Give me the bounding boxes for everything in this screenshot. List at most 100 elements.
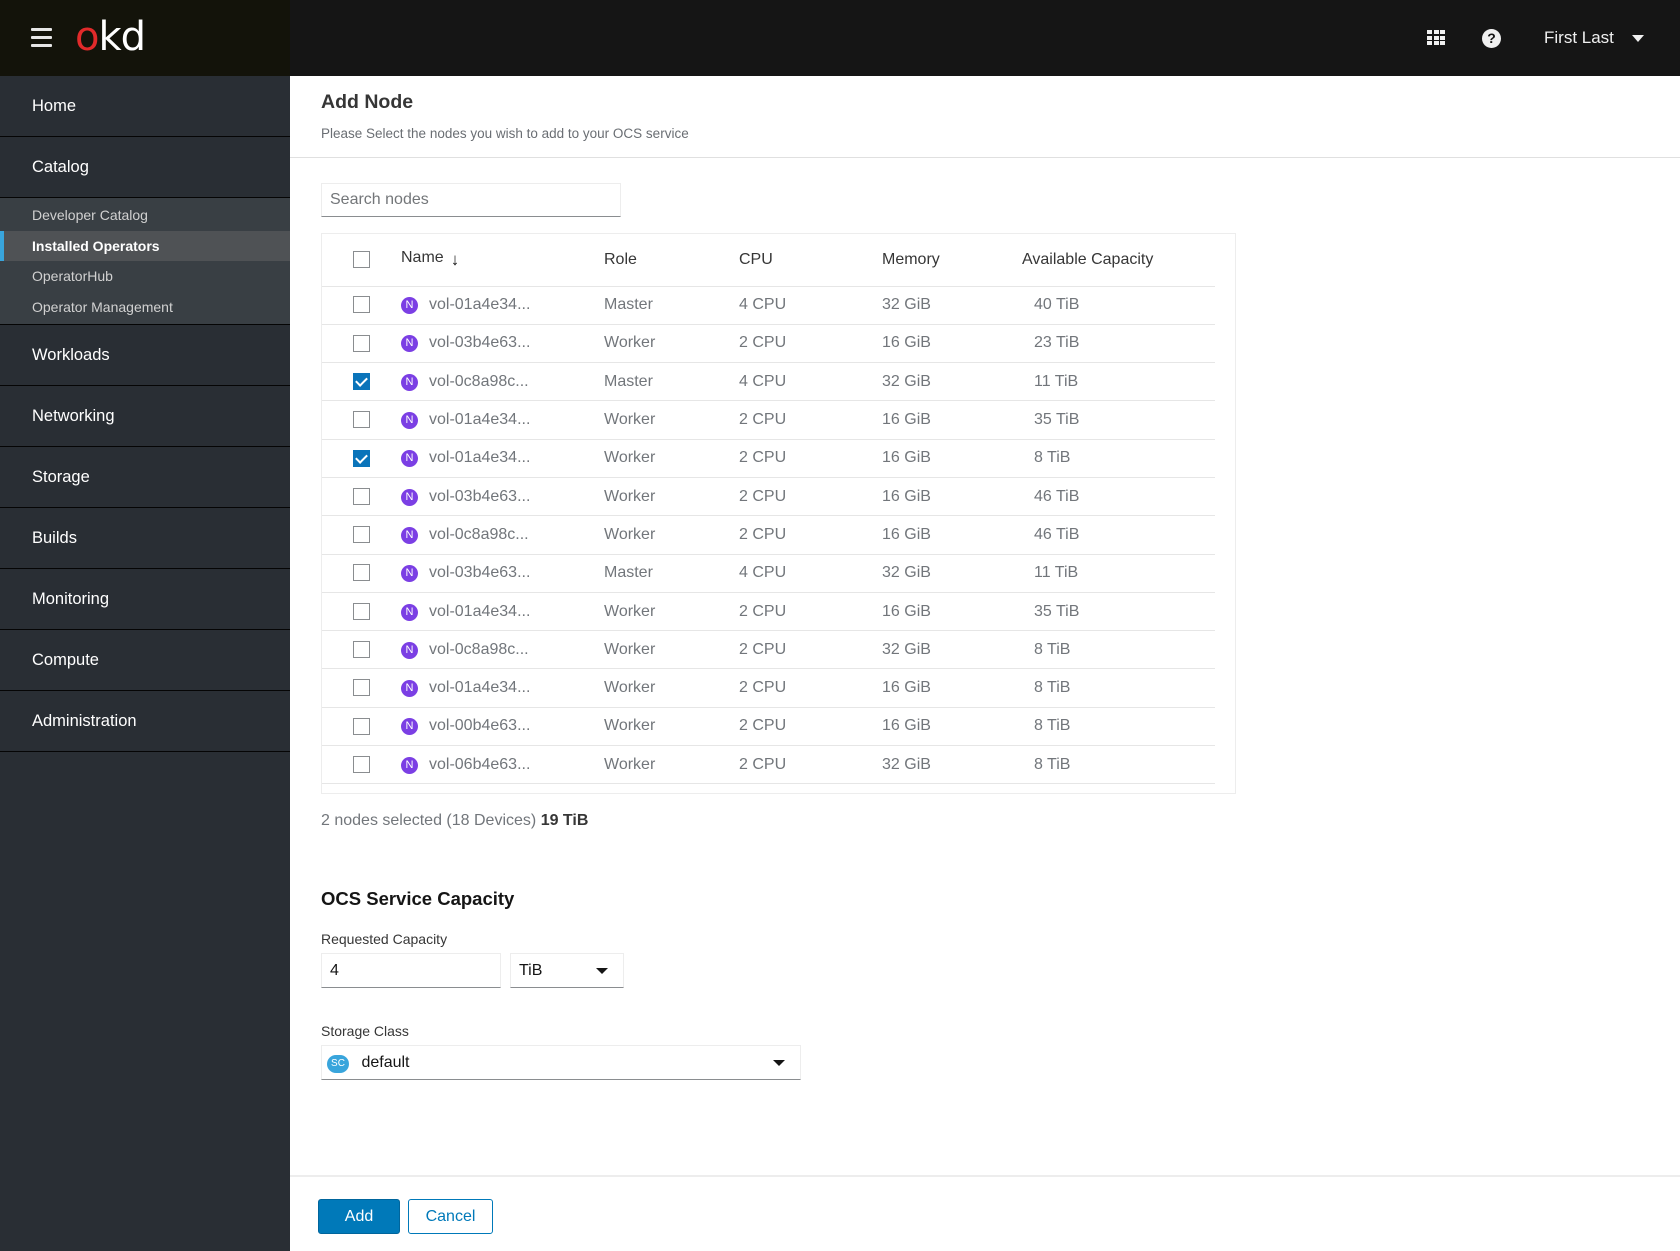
row-checkbox[interactable]	[353, 411, 370, 429]
row-checkbox[interactable]	[353, 296, 370, 314]
node-name[interactable]: vol-01a4e34...	[429, 679, 530, 696]
sort-arrow-down-icon[interactable]: ↓	[451, 250, 460, 270]
table-body: Nvol-01a4e34... Master 4 CPU 32 GiB 40 TiB Nv…	[322, 286, 1215, 785]
node-memory: 16 GiB	[882, 439, 1022, 478]
node-role: Worker	[604, 592, 739, 632]
help-question-icon[interactable]: ?	[1482, 29, 1501, 48]
table-row[interactable]: Nvol-01a4e34... Worker 2 CPU 16 GiB 8 TiB	[322, 668, 1215, 708]
main-content: Add Node Please Select the nodes you wis…	[290, 76, 1680, 1251]
node-name-cell: Nvol-0c8a98c...	[401, 362, 604, 402]
sidebar-item-home[interactable]: Home	[0, 76, 290, 137]
table-row[interactable]: Nvol-01a4e34... Worker 2 CPU 16 GiB 35 TiB	[322, 592, 1215, 632]
node-role: Worker	[604, 439, 739, 478]
table-row[interactable]: Nvol-01a4e34... Worker 2 CPU 16 GiB 8 TiB	[322, 439, 1215, 478]
sidebar-item-workloads[interactable]: Workloads	[0, 325, 290, 386]
cancel-button[interactable]: Cancel	[408, 1199, 493, 1234]
row-checkbox[interactable]	[353, 449, 370, 467]
storage-class-label: Storage Class	[321, 1023, 409, 1039]
row-checkbox[interactable]	[353, 487, 370, 505]
sidebar-item-catalog[interactable]: Catalog	[0, 137, 290, 198]
table-row[interactable]: Nvol-03b4e63... Worker 2 CPU 16 GiB 46 TiB	[322, 477, 1215, 517]
sidebar-subitem-operatorhub[interactable]: OperatorHub	[0, 261, 290, 292]
table-row[interactable]: Nvol-0c8a98c... Worker 2 CPU 32 GiB 8 TiB	[322, 630, 1215, 670]
row-checkbox[interactable]	[353, 641, 370, 659]
row-checkbox[interactable]	[353, 373, 370, 390]
sidebar-subitem-installed-operators[interactable]: Installed Operators	[0, 230, 290, 261]
storage-class-select[interactable]: SC default	[321, 1045, 801, 1080]
node-name[interactable]: vol-03b4e63...	[429, 334, 530, 351]
app-launcher-grid-icon[interactable]	[1427, 30, 1445, 46]
row-checkbox[interactable]	[353, 564, 370, 582]
row-checkbox[interactable]	[353, 526, 370, 544]
node-name[interactable]: vol-01a4e34...	[429, 296, 530, 313]
node-role: Worker	[604, 400, 739, 440]
page-subtitle: Please Select the nodes you wish to add …	[321, 126, 689, 141]
row-select-cell	[322, 515, 401, 555]
node-memory: 16 GiB	[882, 592, 1022, 632]
node-badge-icon: N	[401, 718, 418, 736]
catalog-subnav: Developer Catalog Installed Operators Op…	[0, 198, 290, 325]
sidebar-item-networking[interactable]: Networking	[0, 386, 290, 447]
search-nodes-input[interactable]	[321, 183, 621, 217]
node-name[interactable]: vol-03b4e63...	[429, 488, 530, 505]
node-name-cell: Nvol-03b4e63...	[401, 324, 604, 364]
sidebar-item-compute[interactable]: Compute	[0, 630, 290, 691]
column-header-memory[interactable]: Memory	[882, 234, 1022, 287]
node-cpu: 4 CPU	[739, 286, 882, 325]
selection-summary-text: 2 nodes selected (18 Devices)	[321, 812, 537, 829]
capacity-unit-select[interactable]: TiB	[510, 953, 624, 988]
row-checkbox[interactable]	[353, 334, 370, 352]
node-name[interactable]: vol-0c8a98c...	[429, 373, 529, 390]
column-header-available-capacity[interactable]: Available Capacity	[1022, 234, 1215, 287]
node-name[interactable]: vol-01a4e34...	[429, 603, 530, 620]
okd-logo[interactable]: okd	[75, 14, 146, 60]
requested-capacity-input[interactable]	[321, 953, 501, 988]
sidebar-subitem-operator-management[interactable]: Operator Management	[0, 292, 290, 323]
node-name[interactable]: vol-0c8a98c...	[429, 526, 529, 543]
title-divider	[290, 157, 1680, 158]
node-name[interactable]: vol-03b4e63...	[429, 564, 530, 581]
node-name-cell: Nvol-0c8a98c...	[401, 630, 604, 670]
node-cpu: 2 CPU	[739, 324, 882, 364]
node-cpu: 2 CPU	[739, 630, 882, 670]
column-header-cpu[interactable]: CPU	[739, 234, 882, 287]
node-name-cell: Nvol-00b4e63...	[401, 707, 604, 747]
user-menu-dropdown[interactable]: First Last	[1544, 26, 1644, 50]
node-badge-icon: N	[401, 756, 418, 774]
table-row[interactable]: Nvol-00b4e63... Worker 2 CPU 16 GiB 8 TiB	[322, 707, 1215, 747]
node-role: Master	[604, 554, 739, 593]
hamburger-menu-icon[interactable]	[31, 28, 52, 47]
node-name[interactable]: vol-00b4e63...	[429, 717, 530, 734]
table-row[interactable]: Nvol-0c8a98c... Worker 2 CPU 16 GiB 46 TiB	[322, 515, 1215, 555]
table-row[interactable]: Nvol-03b4e63... Worker 2 CPU 16 GiB 23 TiB	[322, 324, 1215, 364]
table-row[interactable]: Nvol-06b4e63... Worker 2 CPU 32 GiB 8 TiB	[322, 745, 1215, 785]
node-badge-icon: N	[401, 335, 418, 353]
sidebar-item-administration[interactable]: Administration	[0, 691, 290, 752]
table-row[interactable]: Nvol-0c8a98c... Master 4 CPU 32 GiB 11 TiB	[322, 362, 1215, 402]
select-all-checkbox[interactable]	[353, 251, 370, 269]
node-name[interactable]: vol-0c8a98c...	[429, 641, 529, 658]
row-checkbox[interactable]	[353, 755, 370, 773]
row-checkbox[interactable]	[353, 602, 370, 620]
column-header-name[interactable]: Name ↓	[401, 234, 604, 287]
add-button[interactable]: Add	[318, 1199, 400, 1234]
node-available-capacity: 8 TiB	[1022, 745, 1215, 785]
capacity-unit-value: TiB	[519, 962, 543, 979]
table-header-row: Name ↓ Role CPU Memory Available Capacity	[322, 234, 1215, 287]
sidebar-item-monitoring[interactable]: Monitoring	[0, 569, 290, 630]
sidebar-subitem-developer-catalog[interactable]: Developer Catalog	[0, 200, 290, 231]
row-checkbox[interactable]	[353, 679, 370, 697]
node-name[interactable]: vol-01a4e34...	[429, 449, 530, 466]
column-header-role[interactable]: Role	[604, 234, 739, 287]
node-role: Worker	[604, 477, 739, 517]
table-row[interactable]: Nvol-01a4e34... Worker 2 CPU 16 GiB 35 TiB	[322, 400, 1215, 440]
sidebar-item-storage[interactable]: Storage	[0, 447, 290, 508]
table-row[interactable]: Nvol-01a4e34... Master 4 CPU 32 GiB 40 TiB	[322, 286, 1215, 325]
sidebar-item-builds[interactable]: Builds	[0, 508, 290, 569]
table-row[interactable]: Nvol-03b4e63... Master 4 CPU 32 GiB 11 TiB	[322, 554, 1215, 593]
node-role: Master	[604, 286, 739, 325]
node-available-capacity: 8 TiB	[1022, 668, 1215, 708]
row-checkbox[interactable]	[353, 717, 370, 735]
node-name[interactable]: vol-01a4e34...	[429, 411, 530, 428]
node-name[interactable]: vol-06b4e63...	[429, 756, 530, 773]
